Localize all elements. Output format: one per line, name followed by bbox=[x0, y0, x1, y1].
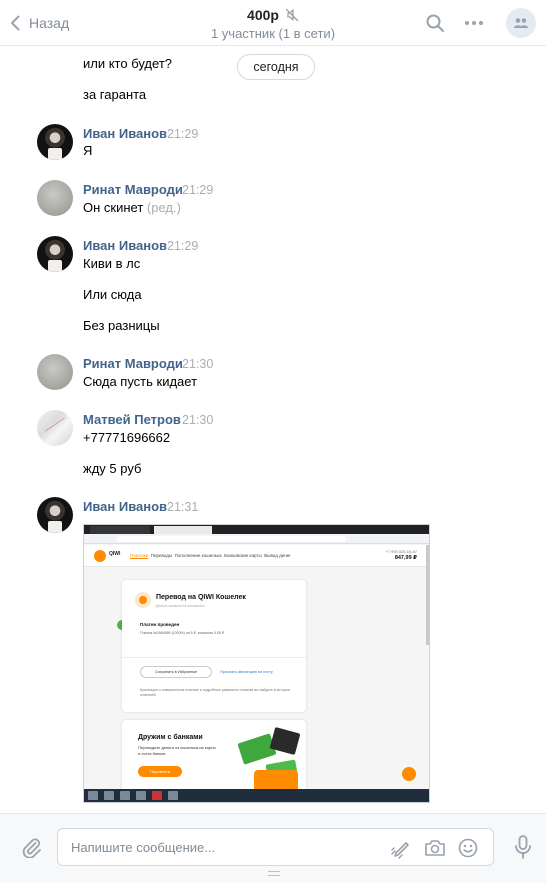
users-icon bbox=[513, 18, 529, 28]
browser-addressbar bbox=[84, 534, 429, 544]
qiwi-transfer-card: Перевод на QIWI Кошелек Деньги зачислятс… bbox=[122, 580, 306, 712]
avatar[interactable] bbox=[37, 124, 73, 160]
more-dots-icon bbox=[465, 21, 483, 25]
chat-title: 400р bbox=[247, 7, 279, 23]
message-time: 21:29 bbox=[167, 239, 199, 253]
message-text: +77771696662 bbox=[83, 430, 171, 445]
camera-icon bbox=[425, 840, 445, 856]
microphone-icon bbox=[515, 835, 531, 859]
message-text: Сюда пусть кидает bbox=[83, 374, 198, 389]
message-author[interactable]: Иван Иванов bbox=[83, 238, 167, 253]
message-time: 21:29 bbox=[167, 127, 199, 141]
date-separator: сегодня bbox=[237, 54, 315, 80]
avatar[interactable] bbox=[37, 236, 73, 272]
windows-taskbar bbox=[84, 789, 429, 802]
message-text-row: Он скинет (ред.) bbox=[83, 200, 181, 215]
camera-button[interactable] bbox=[422, 835, 448, 861]
resize-handle[interactable] bbox=[268, 871, 280, 876]
message-text: жду 5 руб bbox=[83, 461, 142, 476]
message-time: 21:30 bbox=[182, 413, 214, 427]
message-time: 21:29 bbox=[182, 183, 214, 197]
avatar[interactable] bbox=[37, 180, 73, 216]
qiwi-icon bbox=[135, 592, 151, 608]
qiwi-logo bbox=[94, 550, 106, 562]
message-text: Он скинет bbox=[83, 200, 144, 215]
back-button[interactable]: Назад bbox=[10, 0, 69, 46]
message-input-box bbox=[57, 828, 494, 866]
qiwi-promo-card: Дружим с банками Переводите деньги из ко… bbox=[122, 720, 306, 796]
emoji-button[interactable] bbox=[455, 835, 481, 861]
message-author[interactable]: Матвей Петров bbox=[83, 412, 181, 427]
graffiti-icon bbox=[391, 842, 409, 859]
chat-title-row[interactable]: 400р bbox=[247, 7, 299, 23]
qiwi-nav-items: Платежи Переводы Пополнение кошелька Бан… bbox=[130, 553, 291, 559]
message-composer bbox=[0, 813, 546, 883]
search-button[interactable] bbox=[421, 9, 449, 37]
message-author[interactable]: Иван Иванов bbox=[83, 126, 167, 141]
avatar[interactable] bbox=[37, 354, 73, 390]
message-author[interactable]: Ринат Мавроди bbox=[83, 182, 183, 197]
message-author[interactable]: Иван Иванов bbox=[83, 499, 167, 514]
attach-button[interactable] bbox=[18, 834, 44, 860]
smile-icon bbox=[458, 838, 478, 858]
voice-message-button[interactable] bbox=[510, 833, 536, 861]
message-author[interactable]: Ринат Мавроди bbox=[83, 356, 183, 371]
avatar[interactable] bbox=[37, 497, 73, 533]
edited-marker: (ред.) bbox=[146, 200, 181, 215]
message-text: Я bbox=[83, 143, 93, 158]
paperclip-icon bbox=[22, 838, 41, 858]
image-attachment[interactable]: QIWI Платежи Переводы Пополнение кошельк… bbox=[83, 524, 430, 803]
back-label: Назад bbox=[29, 15, 70, 31]
muted-icon bbox=[285, 8, 299, 22]
qiwi-navbar: QIWI Платежи Переводы Пополнение кошельк… bbox=[84, 545, 429, 567]
message-input[interactable] bbox=[71, 837, 371, 857]
message-text: за гаранта bbox=[83, 87, 147, 102]
graffiti-button[interactable] bbox=[388, 835, 414, 861]
message-time: 21:31 bbox=[167, 500, 199, 514]
search-icon bbox=[426, 14, 444, 32]
message-text: Киви в лс bbox=[83, 256, 141, 271]
message-text: Без разницы bbox=[83, 318, 160, 333]
message-text: Или сюда bbox=[83, 287, 142, 302]
qiwi-brand: QIWI bbox=[109, 551, 121, 557]
more-button[interactable] bbox=[460, 9, 488, 37]
chat-header: Назад 400р 1 участник (1 в сети) bbox=[0, 0, 546, 46]
qiwi-balance: +7 993 025-16-87 847,99 ₽ bbox=[385, 549, 417, 561]
message-text: или кто будет? bbox=[83, 56, 173, 71]
message-history[interactable]: или кто будет? сегодня за гаранта Иван И… bbox=[0, 47, 546, 813]
message-time: 21:30 bbox=[182, 357, 214, 371]
chevron-left-icon bbox=[11, 15, 20, 31]
chat-members-button[interactable] bbox=[506, 8, 536, 38]
qiwi-fab-icon bbox=[402, 767, 416, 781]
browser-tabbar bbox=[84, 525, 429, 534]
avatar[interactable] bbox=[37, 410, 73, 446]
